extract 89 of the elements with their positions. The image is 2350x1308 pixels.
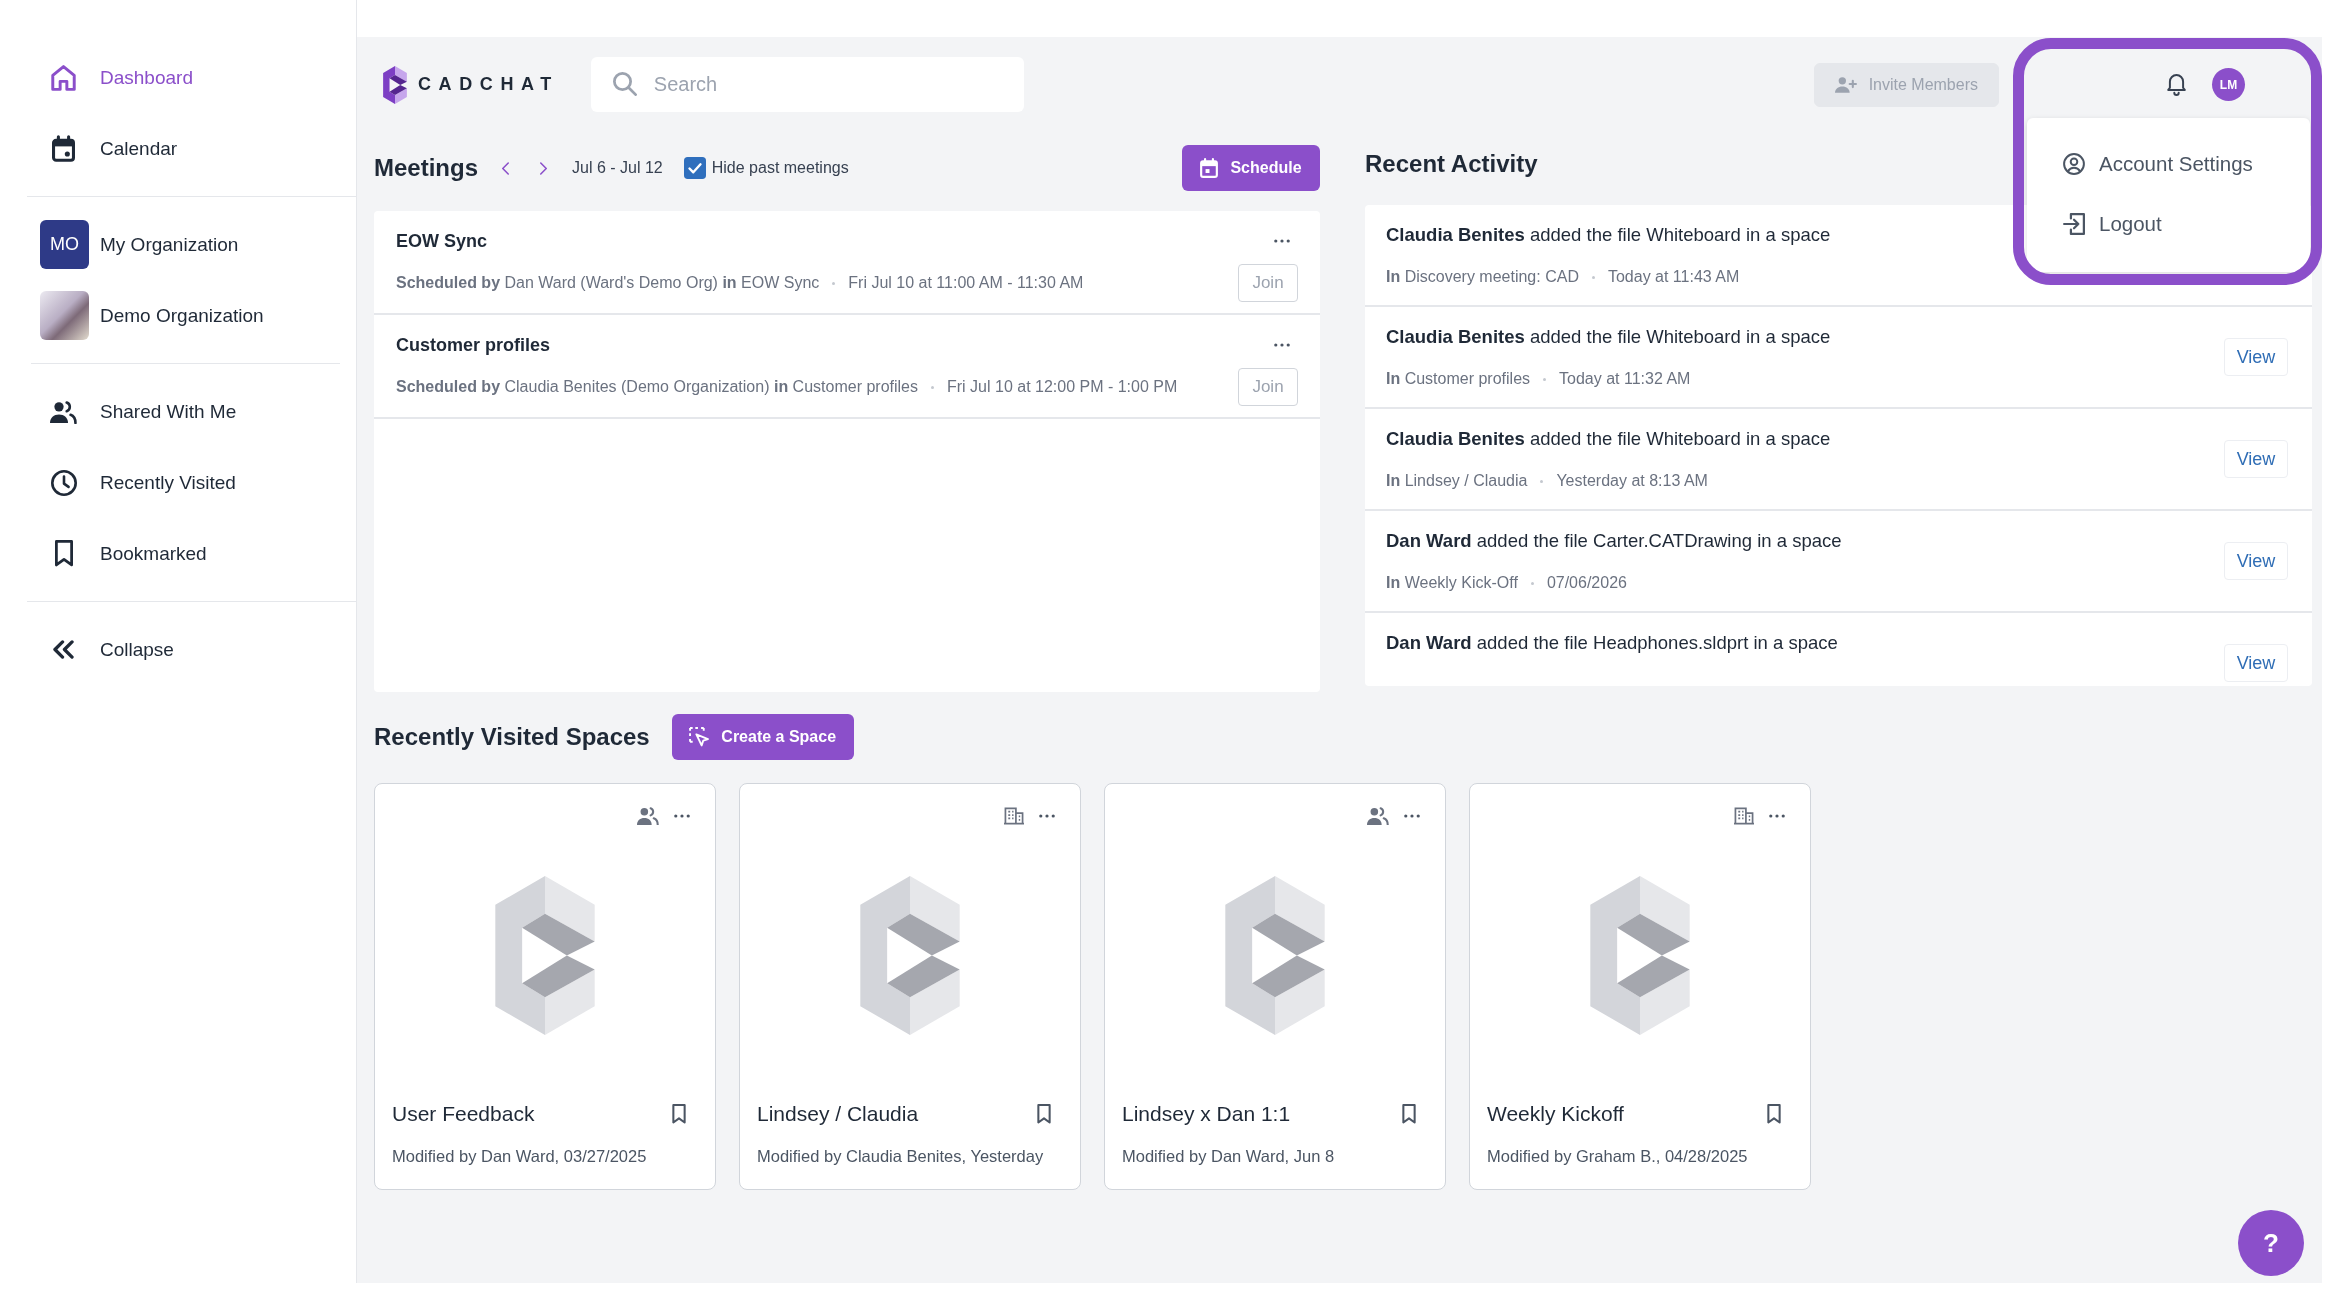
create-space-button[interactable]: Create a Space [671,714,854,760]
people-icon [50,399,77,424]
view-button[interactable]: View [2224,440,2288,478]
calendar-icon [52,135,75,162]
modified-text: Modified by Graham B., 04/28/2025 [1487,1146,1749,1166]
section-heading: Recent Activity [1365,150,1538,178]
modified-text: Modified by Dan Ward, 03/27/2025 [392,1146,648,1166]
chevron-left-icon[interactable] [502,161,509,175]
bookmark-icon[interactable] [1767,1104,1781,1124]
activity-text: Claudia Benites added the file Whiteboard in a space [1386,223,1831,247]
activity-text: Dan Ward added the file Headphones.sldprt in a space [1386,631,1838,655]
people-icon [637,807,659,825]
activity-time: 07/06/2026 [1546,574,1627,592]
space-card[interactable]: Lindsey / Claudia Modified by Claudia Benites, Yesterday [739,783,1081,1190]
bookmark-icon [54,540,73,567]
organization-badge: MO [40,220,89,269]
double-chevron-left-icon [53,640,74,659]
logout-icon [2063,213,2085,235]
section-heading: Meetings [374,154,478,182]
space-card[interactable]: Weekly Kickoff Modified by Graham B., 04/28/2025 [1469,783,1811,1190]
date-range: Jul 6 - Jul 12 [572,159,663,177]
sidebar-item[interactable]: Dashboard [27,42,356,113]
more-icon[interactable] [1404,814,1420,818]
space-title: User Feedback [392,1102,535,1126]
meeting-details: Scheduled by Claudia Benites (Demo Organization) in Customer profiles [396,378,918,396]
bookmark-icon[interactable] [672,1104,686,1124]
section-heading: Recently Visited Spaces [374,723,650,751]
activity-time: Today at 11:32 AM [1559,370,1691,388]
checkbox[interactable] [683,157,706,179]
hexagon-logo-icon [383,65,407,104]
collapse-button[interactable]: Collapse [27,614,356,685]
activity-text: Claudia Benites added the file Whiteboard in a space [1386,325,1831,349]
bell-icon[interactable] [2167,73,2186,96]
calendar-icon [1200,158,1219,178]
space-title: Lindsey x Dan 1:1 [1122,1102,1291,1126]
search-field[interactable]: Search [590,57,1024,112]
bookmark-icon[interactable] [1037,1104,1051,1124]
sidebar-item[interactable]: Bookmarked [27,518,356,589]
home-icon [51,64,76,91]
sidebar-item[interactable]: Shared With Me [27,376,356,447]
modified-text: Modified by Dan Ward, Jun 8 [1122,1146,1336,1166]
meeting-time: Fri Jul 10 at 12:00 PM - 1:00 PM [947,378,1178,396]
space-card[interactable]: Lindsey x Dan 1:1 Modified by Dan Ward, Jun 8 [1104,783,1446,1190]
organization-item[interactable]: MO My Organization [31,209,340,280]
meeting-details: Scheduled by Dan Ward (Ward's Demo Org) in EOW Sync [396,274,820,292]
activity-time: Today at 11:43 AM [1607,268,1740,286]
more-icon[interactable] [1769,814,1785,818]
activity-location: In Discovery meeting: CAD [1386,268,1579,286]
building-icon [1734,807,1754,825]
menu-item[interactable]: Account Settings [2027,134,2310,194]
dashed-select-icon [689,727,710,747]
user-avatar[interactable]: LM [2212,68,2245,101]
modified-text: Modified by Claudia Benites, Yesterday [757,1146,1045,1166]
more-icon[interactable] [1274,343,1290,347]
meeting-title: Customer profiles [396,334,551,356]
space-card[interactable]: User Feedback Modified by Dan Ward, 03/27/2025 [374,783,716,1190]
more-icon[interactable] [674,814,690,818]
sidebar-item[interactable]: Recently Visited [27,447,356,518]
organization-item[interactable]: Demo Organization [31,280,340,351]
more-icon[interactable] [1039,814,1055,818]
activity-text: Claudia Benites added the file Whiteboard in a space [1386,427,1831,451]
meeting-title: EOW Sync [396,230,488,252]
space-title: Weekly Kickoff [1487,1102,1624,1126]
brand-name: CADCHAT [418,74,559,95]
meeting-time: Fri Jul 10 at 11:00 AM - 11:30 AM [848,274,1084,292]
schedule-button[interactable]: Schedule [1182,145,1320,191]
sidebar-item[interactable]: Calendar [27,113,356,184]
menu-item[interactable]: Logout [2027,194,2310,254]
view-button[interactable]: View [2224,338,2288,376]
activity-location: In Customer profiles [1386,370,1531,388]
activity-time: Yesterday at 8:13 AM [1556,472,1708,490]
activity-location: In Weekly Kick-Off [1386,574,1518,592]
view-button[interactable]: View [2224,542,2288,580]
view-button[interactable]: View [2224,644,2288,682]
image-placeholder [40,291,89,340]
help-button[interactable]: ? [2238,1210,2304,1276]
clock-icon [50,469,77,496]
activity-text: Dan Ward added the file Carter.CATDrawing in a space [1386,529,1842,553]
checkbox-label: Hide past meetings [711,159,849,177]
user-circle-icon [2063,153,2085,175]
people-icon [1367,807,1389,825]
space-title: Lindsey / Claudia [757,1102,919,1126]
bookmark-icon[interactable] [1402,1104,1416,1124]
building-icon [1004,807,1024,825]
more-icon[interactable] [1274,239,1290,243]
search-icon [612,72,637,96]
person-plus-icon [1834,76,1857,93]
chevron-right-icon[interactable] [540,161,547,175]
activity-location: In Lindsey / Claudia [1386,472,1528,490]
